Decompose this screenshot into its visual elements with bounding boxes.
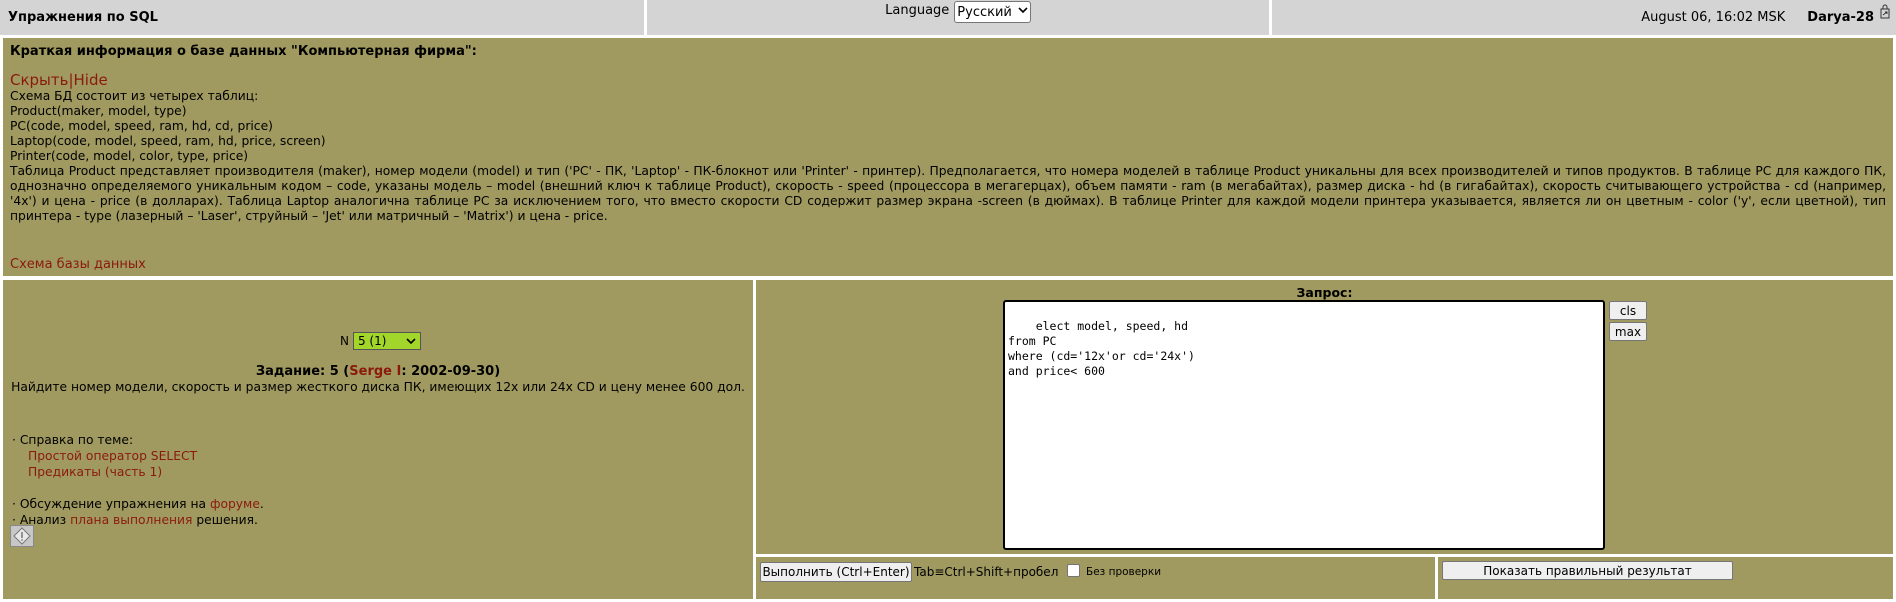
- language-value: Русский: [957, 4, 1012, 20]
- forum-link[interactable]: форуме: [210, 497, 260, 511]
- task-title-suffix: : 2002-09-30): [401, 364, 501, 379]
- plan-suffix: решения.: [192, 513, 258, 527]
- plan-diamond-icon[interactable]: [10, 525, 34, 547]
- query-label: Запрос:: [1296, 285, 1353, 300]
- info-heading: Краткая информация о базе данных "Компью…: [10, 44, 477, 59]
- resize-grip-icon[interactable]: [1592, 537, 1602, 547]
- query-panel: Запрос: elect model, speed, hd from PC w…: [756, 280, 1893, 554]
- site-title-cell: Упражнения по SQL: [0, 0, 644, 35]
- top-bar: Упражнения по SQL Language Русский Augus…: [0, 0, 1896, 36]
- task-title: Задание: 5 (Serge I: 2002-09-30): [3, 364, 753, 379]
- no-check-label: Без проверки: [1086, 566, 1162, 578]
- datetime: August 06, 16:02 MSK: [1641, 10, 1786, 25]
- database-info-panel: Краткая информация о базе данных "Компью…: [3, 38, 1893, 276]
- language-label: Language: [885, 3, 950, 18]
- task-text: Найдите номер модели, скорость и размер …: [11, 380, 745, 394]
- table-printer: Printer(code, model, color, type, price): [10, 149, 249, 163]
- maximize-button[interactable]: max: [1609, 322, 1647, 341]
- chevron-down-icon: [1018, 7, 1028, 17]
- execution-plan-link[interactable]: плана выполнения: [70, 513, 192, 527]
- username-link[interactable]: Darya-28: [1807, 10, 1874, 25]
- exercise-number-row: N 5 (1): [340, 332, 421, 350]
- help-link-select[interactable]: Простой оператор SELECT: [28, 449, 197, 463]
- help-link-predicates[interactable]: Предикаты (часть 1): [28, 465, 162, 479]
- exercise-number-label: N: [340, 334, 349, 348]
- table-product: Product(maker, model, type): [10, 104, 187, 118]
- task-author-link[interactable]: Serge I: [349, 364, 401, 379]
- chevron-down-icon: [406, 334, 416, 348]
- tab-hint: Tab≡Ctrl+Shift+пробел: [914, 565, 1059, 579]
- help-block: · Справка по теме: Простой оператор SELE…: [12, 432, 264, 528]
- language-select[interactable]: Русский: [954, 1, 1031, 23]
- schema-description: Таблица Product представляет производите…: [10, 164, 1886, 223]
- show-correct-result-button[interactable]: Показать правильный результат: [1442, 561, 1733, 580]
- exercise-number-select[interactable]: 5 (1): [352, 332, 421, 350]
- schema-diagram-link[interactable]: Схема базы данных: [10, 257, 146, 272]
- site-title: Упражнения по SQL: [8, 10, 158, 25]
- language-cell: Language Русский: [647, 0, 1269, 35]
- run-controls: Выполнить (Ctrl+Enter) Tab≡Ctrl+Shift+пр…: [756, 557, 1435, 599]
- schema-intro: Схема БД состоит из четырех таблиц:: [10, 89, 259, 103]
- plan-line: · Анализ плана выполнения решения.: [12, 512, 264, 528]
- forum-prefix: · Обсуждение упражнения на: [12, 497, 210, 511]
- result-controls: Показать правильный результат: [1438, 557, 1893, 599]
- task-title-prefix: Задание: 5 (: [255, 364, 350, 379]
- forum-line: · Обсуждение упражнения на форуме.: [12, 496, 264, 512]
- query-text: elect model, speed, hd from PC where (cd…: [1008, 319, 1195, 378]
- run-query-button[interactable]: Выполнить (Ctrl+Enter): [760, 562, 912, 582]
- logout-icon[interactable]: [1878, 4, 1892, 20]
- exercise-number-value: 5 (1): [357, 334, 387, 348]
- help-label: · Справка по теме:: [12, 433, 134, 447]
- table-pc: PC(code, model, speed, ram, hd, cd, pric…: [10, 119, 273, 133]
- query-textarea[interactable]: elect model, speed, hd from PC where (cd…: [1003, 300, 1605, 550]
- clear-button[interactable]: cls: [1609, 301, 1647, 320]
- hide-link[interactable]: Скрыть|Hide: [10, 73, 108, 88]
- no-check-checkbox[interactable]: [1067, 564, 1080, 577]
- table-laptop: Laptop(code, model, speed, ram, hd, pric…: [10, 134, 326, 148]
- task-panel: N 5 (1) Задание: 5 (Serge I: 2002-09-30)…: [3, 280, 753, 599]
- user-cell: August 06, 16:02 MSK Darya-28: [1272, 0, 1896, 35]
- forum-suffix: .: [259, 497, 264, 511]
